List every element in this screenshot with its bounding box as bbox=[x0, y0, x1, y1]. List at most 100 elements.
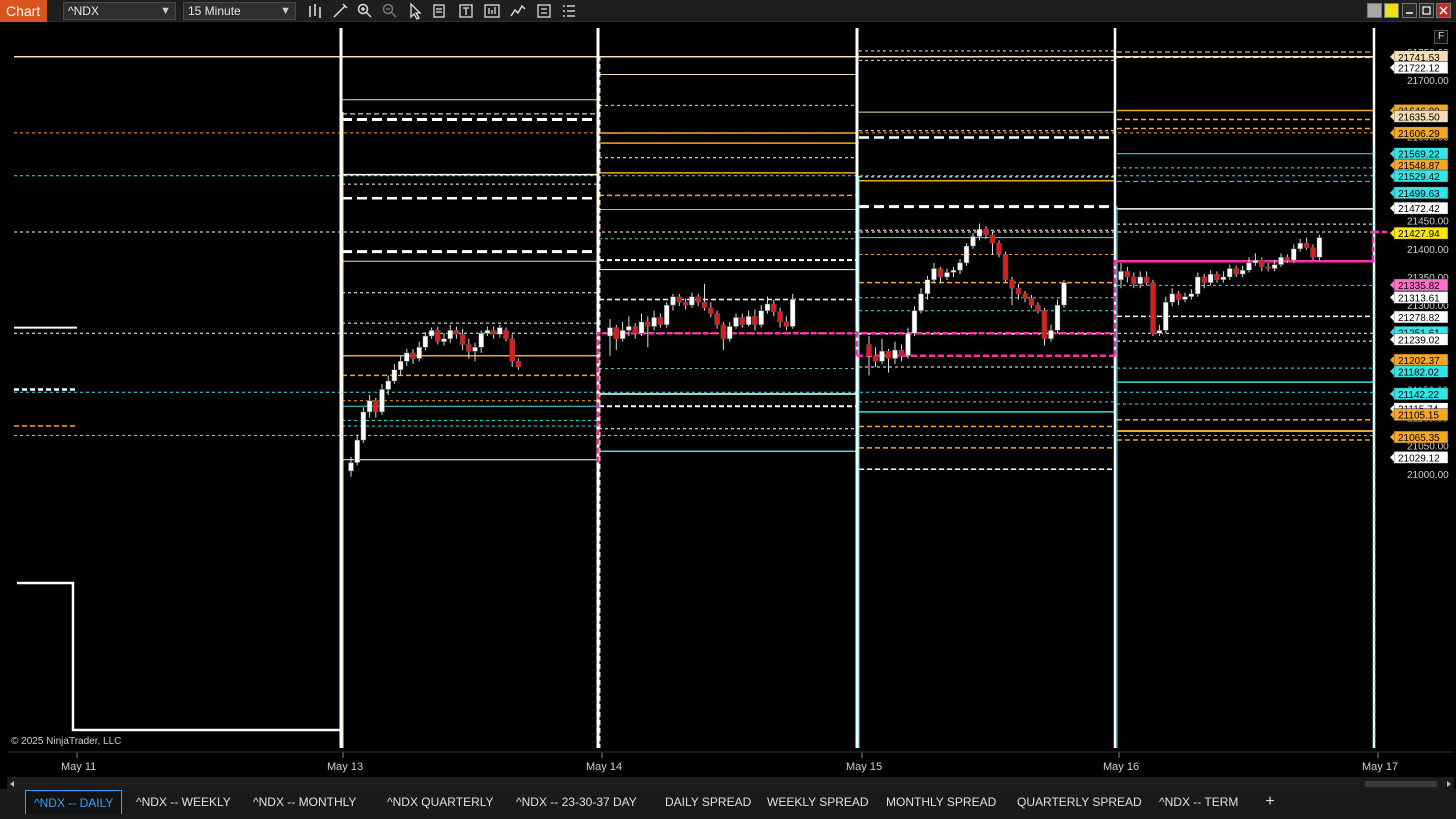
candle bbox=[503, 330, 509, 340]
price-badge-pointer bbox=[1390, 293, 1394, 302]
candle bbox=[758, 310, 764, 326]
tab-quarterly-spread[interactable]: QUARTERLY SPREAD bbox=[1009, 790, 1150, 814]
price-badge-label: 21335.82 bbox=[1398, 281, 1440, 292]
period-select[interactable]: 15 Minute ▼ bbox=[183, 2, 296, 20]
candle bbox=[1041, 310, 1048, 340]
candle bbox=[478, 332, 484, 348]
candle bbox=[1303, 242, 1310, 248]
minimize-button[interactable] bbox=[1402, 3, 1417, 18]
app-label: Chart bbox=[0, 0, 47, 22]
tab-monthly-spread[interactable]: MONTHLY SPREAD bbox=[878, 790, 1004, 814]
candle bbox=[607, 327, 613, 337]
candle bbox=[1143, 276, 1150, 283]
candle bbox=[515, 361, 522, 368]
candle bbox=[613, 327, 620, 340]
tab-ndx-23-30-37-day[interactable]: ^NDX -- 23-30-37 DAY bbox=[508, 790, 645, 814]
candle bbox=[1233, 268, 1239, 275]
price-badge-pointer bbox=[1390, 188, 1394, 197]
price-badge-label: 21105.15 bbox=[1398, 411, 1439, 422]
candle bbox=[459, 334, 466, 345]
candle bbox=[670, 296, 676, 306]
price-badge-pointer bbox=[1390, 453, 1394, 462]
chevron-down-icon[interactable]: ▼ bbox=[280, 3, 291, 19]
candle bbox=[626, 326, 632, 331]
candle bbox=[391, 369, 398, 382]
date-label: May 13 bbox=[327, 761, 363, 773]
candle bbox=[714, 313, 720, 326]
candle bbox=[453, 330, 460, 335]
link-color-gray[interactable] bbox=[1367, 3, 1382, 18]
date-label: May 11 bbox=[61, 761, 96, 773]
price-badge-label: 21029.12 bbox=[1398, 453, 1440, 464]
chart-panel[interactable]: 21750.0021700.0021650.0021600.0021550.00… bbox=[7, 26, 1454, 776]
candle bbox=[708, 307, 714, 314]
tab-ndx-weekly[interactable]: ^NDX -- WEEKLY bbox=[128, 790, 239, 814]
candle bbox=[638, 321, 645, 334]
properties-icon[interactable] bbox=[457, 2, 475, 20]
indicators-icon[interactable] bbox=[509, 2, 527, 20]
price-badge-pointer bbox=[1390, 335, 1394, 344]
candle bbox=[619, 330, 626, 340]
price-badge-pointer bbox=[1390, 204, 1394, 213]
candle bbox=[447, 330, 453, 340]
candle bbox=[918, 293, 924, 311]
candle bbox=[752, 316, 758, 326]
add-tab-button[interactable]: + bbox=[1262, 792, 1278, 812]
zoom-out-icon[interactable] bbox=[381, 2, 399, 20]
templates-icon[interactable] bbox=[535, 2, 553, 20]
axis-tick-label: 21450.00 bbox=[1407, 217, 1449, 228]
price-badge-label: 21182.02 bbox=[1398, 367, 1439, 378]
tab-weekly-spread[interactable]: WEEKLY SPREAD bbox=[759, 790, 877, 814]
axis-tick-label: 21000.00 bbox=[1407, 470, 1449, 481]
candle bbox=[676, 296, 683, 303]
candle bbox=[745, 316, 752, 326]
price-badge-pointer bbox=[1390, 149, 1394, 158]
candle bbox=[385, 380, 391, 390]
candle bbox=[1188, 293, 1195, 297]
strategies-icon[interactable] bbox=[483, 2, 501, 20]
list-icon[interactable] bbox=[560, 2, 578, 20]
candle bbox=[866, 344, 872, 356]
tab-ndx-monthly[interactable]: ^NDX -- MONTHLY bbox=[245, 790, 364, 814]
price-chart[interactable]: 21750.0021700.0021650.0021600.0021550.00… bbox=[7, 26, 1454, 776]
candle bbox=[1246, 262, 1252, 271]
horizontal-scrollbar[interactable] bbox=[7, 777, 1454, 789]
candle bbox=[663, 304, 670, 326]
candle bbox=[931, 268, 937, 281]
price-badge-label: 21239.02 bbox=[1398, 335, 1440, 346]
maximize-button[interactable] bbox=[1419, 3, 1434, 18]
drawing-tool-icon[interactable] bbox=[331, 2, 349, 20]
candle bbox=[1124, 271, 1131, 278]
zoom-in-icon[interactable] bbox=[356, 2, 374, 20]
candle bbox=[1054, 304, 1061, 331]
candle bbox=[1310, 247, 1316, 258]
axis-tick-label: 21700.00 bbox=[1407, 76, 1449, 87]
price-badge-pointer bbox=[1390, 161, 1394, 170]
pointer-icon[interactable] bbox=[406, 2, 424, 20]
tab-daily-spread[interactable]: DAILY SPREAD bbox=[657, 790, 759, 814]
bar-type-icon[interactable] bbox=[306, 2, 324, 20]
f-button[interactable]: F bbox=[1434, 30, 1448, 44]
candle bbox=[1214, 273, 1220, 281]
candle bbox=[689, 296, 695, 306]
candle bbox=[963, 245, 970, 264]
axis-tick-label: 21400.00 bbox=[1407, 245, 1449, 256]
instrument-select[interactable]: ^NDX ▼ bbox=[63, 2, 176, 20]
link-color-yellow[interactable] bbox=[1384, 3, 1399, 18]
chevron-down-icon[interactable]: ▼ bbox=[160, 3, 171, 19]
tab-ndx-term[interactable]: ^NDX -- TERM bbox=[1151, 790, 1246, 814]
data-box-icon[interactable] bbox=[431, 2, 449, 20]
price-badge-label: 21427.94 bbox=[1398, 229, 1440, 240]
candle bbox=[490, 330, 497, 335]
tab-ndx-quarterly[interactable]: ^NDX QUARTERLY bbox=[379, 790, 502, 814]
candle bbox=[1201, 276, 1207, 283]
candle bbox=[996, 242, 1002, 255]
tab-ndx-daily[interactable]: ^NDX -- DAILY bbox=[25, 790, 123, 814]
candle bbox=[1009, 279, 1015, 289]
candle bbox=[733, 317, 739, 327]
price-badge-pointer bbox=[1390, 229, 1394, 238]
close-button[interactable] bbox=[1436, 3, 1451, 18]
candle bbox=[410, 352, 416, 359]
candle bbox=[348, 462, 354, 472]
candle bbox=[944, 272, 950, 278]
